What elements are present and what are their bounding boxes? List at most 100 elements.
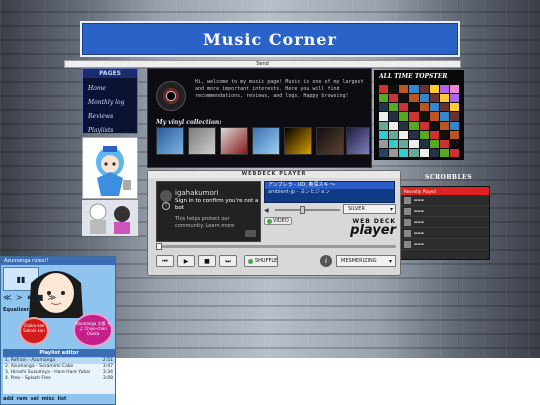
topster-album-cover[interactable] [439,85,449,94]
topster-album-cover[interactable] [449,121,459,130]
topster-album-cover[interactable] [439,94,449,103]
nav-monthly-log[interactable]: Monthly log [88,99,137,106]
topster-album-cover[interactable] [409,139,419,148]
list-button[interactable]: list [58,396,67,404]
topster-album-cover[interactable] [429,130,439,139]
topster-album-cover[interactable] [419,103,429,112]
youtube-embed[interactable]: ! igahakumori Sign in to confirm you're … [156,181,261,242]
topster-album-cover[interactable] [409,85,419,94]
nav-reviews[interactable]: Reviews [88,113,137,120]
topster-album-cover[interactable] [409,121,419,130]
next-button[interactable]: ⏭ [219,255,237,267]
topster-album-cover[interactable] [409,148,419,157]
scrobble-row[interactable]: ▬▬▬ [401,206,489,217]
topster-album-cover[interactable] [379,103,389,112]
vinyl-cover[interactable] [316,127,344,155]
topster-album-cover[interactable] [399,103,409,112]
topster-album-cover[interactable] [419,94,429,103]
volume-slider[interactable] [275,206,340,214]
vinyl-cover[interactable] [284,127,312,155]
topster-album-cover[interactable] [429,103,439,112]
playback-controls[interactable]: ≪ > ⏸ ■ ≫ [3,293,115,305]
topster-album-cover[interactable] [379,130,389,139]
topster-album-cover[interactable] [389,139,399,148]
track-item[interactable]: アンブレラ - UO, 奥深スキ ～ [265,182,394,189]
topster-album-cover[interactable] [449,130,459,139]
topster-album-cover[interactable] [389,94,399,103]
video-toggle[interactable]: VIDEO [264,217,292,225]
topster-album-cover[interactable] [389,148,399,157]
topster-album-cover[interactable] [409,130,419,139]
info-icon[interactable]: i [320,255,332,267]
vinyl-cover[interactable] [188,127,216,155]
topster-album-cover[interactable] [439,130,449,139]
vinyl-cover[interactable] [346,127,370,155]
play-button[interactable]: ▶ [177,255,195,267]
send-button[interactable]: Send [64,60,461,68]
topster-album-cover[interactable] [449,148,459,157]
topster-album-cover[interactable] [389,130,399,139]
stop-button[interactable]: ■ [198,255,216,267]
topster-album-cover[interactable] [439,139,449,148]
scrobble-row[interactable]: ▬▬▬ [401,228,489,239]
select-button[interactable]: sel [31,396,39,404]
topster-album-cover[interactable] [419,148,429,157]
topster-album-cover[interactable] [379,112,389,121]
topster-album-cover[interactable] [379,148,389,157]
topster-album-cover[interactable] [419,130,429,139]
topster-album-cover[interactable] [379,94,389,103]
topster-album-cover[interactable] [389,103,399,112]
topster-album-cover[interactable] [399,121,409,130]
topster-album-cover[interactable] [399,148,409,157]
topster-album-cover[interactable] [419,112,429,121]
bot-check-text[interactable]: This helps protect our community. Learn … [175,216,260,230]
topster-album-cover[interactable] [429,112,439,121]
topster-album-cover[interactable] [429,94,439,103]
topster-album-cover[interactable] [389,112,399,121]
skin-select[interactable]: SILVER [343,204,396,214]
topster-album-cover[interactable] [419,85,429,94]
topster-album-cover[interactable] [399,139,409,148]
topster-album-cover[interactable] [389,85,399,94]
topster-album-cover[interactable] [429,85,439,94]
volume-knob[interactable] [299,206,305,214]
topster-album-cover[interactable] [439,121,449,130]
nav-home[interactable]: Home [88,85,137,92]
misc-button[interactable]: misc [42,396,55,404]
topster-album-cover[interactable] [429,121,439,130]
topster-album-cover[interactable] [409,103,419,112]
topster-album-cover[interactable] [409,94,419,103]
vinyl-cover[interactable] [220,127,248,155]
topster-album-cover[interactable] [449,112,459,121]
vinyl-cover[interactable] [252,127,280,155]
topster-album-cover[interactable] [419,139,429,148]
topster-album-cover[interactable] [379,139,389,148]
remove-button[interactable]: rem [17,396,28,404]
playlist-row[interactable]: 4. Prev - Splash Free 3:08 [3,376,115,382]
nav-playlists[interactable]: Playlists [88,127,137,134]
topster-album-cover[interactable] [449,103,459,112]
topster-album-cover[interactable] [449,94,459,103]
topster-album-cover[interactable] [449,85,459,94]
scrobble-row[interactable]: ▬▬▬ [401,239,489,250]
seek-bar[interactable] [156,243,396,250]
scrobble-row[interactable]: ▬▬▬ [401,217,489,228]
topster-album-cover[interactable] [429,139,439,148]
topster-album-cover[interactable] [379,85,389,94]
topster-album-cover[interactable] [409,112,419,121]
vinyl-cover[interactable] [156,127,184,155]
topster-album-cover[interactable] [439,112,449,121]
visual-mode-select[interactable]: MESMERIZING [336,255,396,267]
topster-album-cover[interactable] [399,112,409,121]
topster-album-cover[interactable] [389,121,399,130]
topster-album-cover[interactable] [419,121,429,130]
track-item[interactable]: ambient-jp - ヨンヒジョン [265,189,394,196]
topster-album-cover[interactable] [399,94,409,103]
topster-album-cover[interactable] [379,121,389,130]
shuffle-toggle[interactable]: SHUFFLE [244,255,278,267]
topster-album-cover[interactable] [449,139,459,148]
add-button[interactable]: add [3,396,14,404]
topster-album-cover[interactable] [439,103,449,112]
topster-album-cover[interactable] [439,148,449,157]
scrobble-row[interactable]: ▬▬▬ [401,195,489,206]
